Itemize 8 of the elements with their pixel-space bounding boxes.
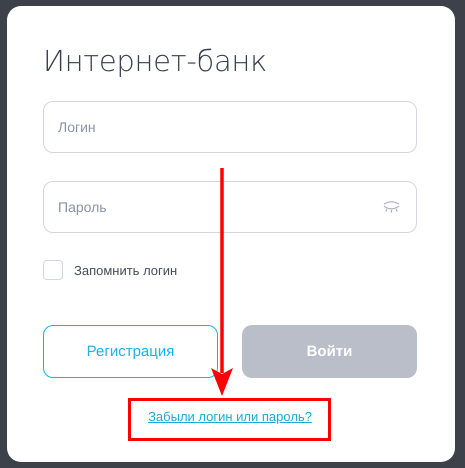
page-title: Интернет-банк	[43, 44, 268, 78]
login-field[interactable]: Логин	[43, 101, 417, 153]
closed-eye-icon[interactable]	[383, 201, 400, 213]
register-button[interactable]: Регистрация	[43, 325, 218, 378]
password-field[interactable]: Пароль	[43, 181, 417, 233]
checkbox-label: Запомнить логин	[74, 262, 178, 278]
forgot-link[interactable]: Забыли логин или пароль?	[148, 409, 312, 424]
checkbox[interactable]	[43, 260, 63, 280]
